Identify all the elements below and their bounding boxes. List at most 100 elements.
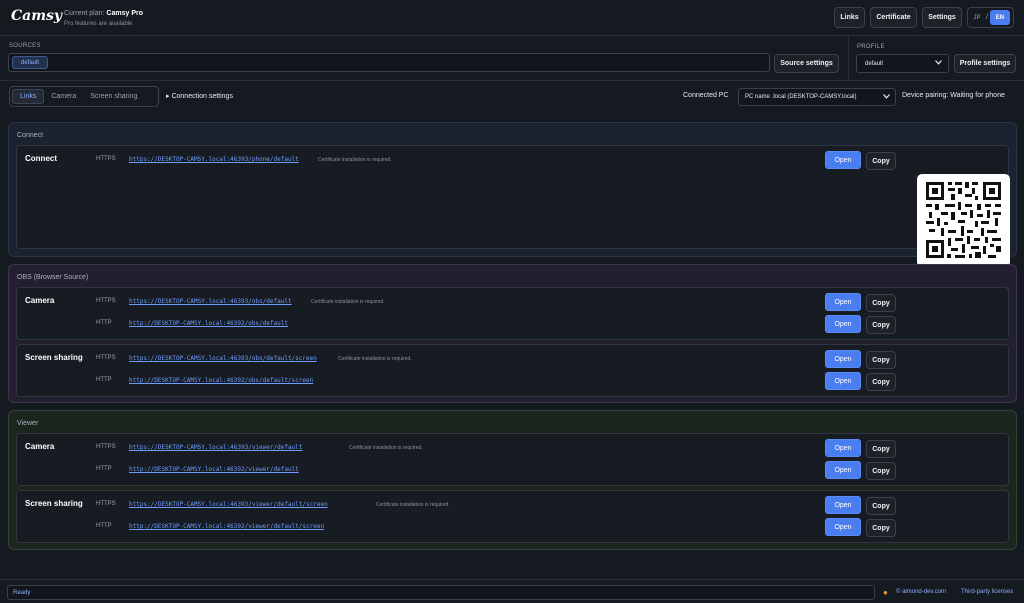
obs-camera-https-link[interactable]: https://DESKTOP-CAMSY.local:46393/obs/de… — [129, 298, 292, 305]
section-title: Connect — [17, 132, 44, 139]
open-button[interactable]: Open — [825, 372, 861, 390]
connection-settings-label: Connection settings — [171, 93, 233, 100]
certificate-note: Certificate installation is required. — [311, 299, 385, 305]
https-label: HTTPS — [96, 444, 116, 450]
obs-section: OBS (Browser Source) Camera HTTPS https:… — [8, 264, 1017, 403]
language-toggle: JP / EN — [967, 7, 1014, 28]
https-label: HTTPS — [96, 156, 116, 162]
sources-divider — [848, 37, 849, 81]
copy-button[interactable]: Copy — [866, 316, 896, 334]
http-label: HTTP — [96, 320, 112, 326]
viewer-screen-https-link[interactable]: https://DESKTOP-CAMSY.local:46393/viewer… — [129, 501, 328, 508]
card-title: Camera — [25, 296, 55, 305]
connect-section: Connect Connect HTTPS https://DESKTOP-CA… — [8, 122, 1017, 267]
source-settings-button[interactable]: Source settings — [774, 54, 839, 73]
http-label: HTTP — [96, 377, 112, 383]
certificate-note: Certificate installation is required. — [318, 157, 392, 163]
card-title: Camera — [25, 442, 55, 451]
https-label: HTTPS — [96, 501, 116, 507]
open-button[interactable]: Open — [825, 151, 861, 169]
connect-card: Connect HTTPS https://DESKTOP-CAMSY.loca… — [16, 145, 1010, 267]
sources-label: SOURCES — [9, 43, 41, 49]
status-footer: Ready ● © almond-dev.com Third-party lic… — [0, 579, 1024, 603]
view-tabs: Links Camera Screen sharing — [9, 86, 159, 107]
palette-icon[interactable]: ● — [883, 588, 888, 597]
settings-button[interactable]: Settings — [922, 7, 962, 28]
viewer-camera-card: Camera HTTPS https://DESKTOP-CAMSY.local… — [16, 433, 1009, 486]
third-party-licenses-link[interactable]: Third-party licenses — [961, 589, 1013, 595]
copy-button[interactable]: Copy — [866, 294, 896, 312]
certificate-button[interactable]: Certificate — [870, 7, 917, 28]
http-label: HTTP — [96, 466, 112, 472]
tab-screen-sharing[interactable]: Screen sharing — [83, 89, 144, 104]
plan-name: Camsy Pro — [106, 10, 143, 17]
status-text: Ready — [13, 589, 31, 596]
app-header: Camsy Current plan: Camsy Pro Pro featur… — [0, 0, 1024, 36]
lang-en-option[interactable]: EN — [989, 10, 1010, 25]
caret-right-icon: ▸ — [166, 93, 170, 100]
chevron-down-icon — [883, 93, 890, 101]
plan-info: Current plan: Camsy Pro Pro features are… — [64, 9, 143, 29]
obs-screen-https-link[interactable]: https://DESKTOP-CAMSY.local:46393/obs/de… — [129, 355, 317, 362]
lang-jp-option[interactable]: JP — [970, 15, 984, 21]
connection-settings-toggle[interactable]: ▸ Connection settings — [166, 92, 233, 100]
sources-bar: SOURCES default Source settings PROFILE … — [0, 37, 1024, 81]
https-label: HTTPS — [96, 298, 116, 304]
connect-https-link[interactable]: https://DESKTOP-CAMSY.local:46393/phone/… — [129, 156, 299, 163]
viewer-camera-https-link[interactable]: https://DESKTOP-CAMSY.local:46393/viewer… — [129, 444, 302, 451]
card-title: Screen sharing — [25, 353, 83, 362]
viewer-camera-http-link[interactable]: http://DESKTOP-CAMSY.local:46392/viewer/… — [129, 466, 299, 473]
copy-button[interactable]: Copy — [866, 152, 896, 170]
open-button[interactable]: Open — [825, 439, 861, 457]
lang-separator: / — [986, 14, 988, 21]
status-bar: Ready — [7, 585, 875, 600]
device-pairing-status: Device pairing: Waiting for phone — [902, 92, 1005, 99]
section-title: Viewer — [17, 420, 39, 427]
copy-button[interactable]: Copy — [866, 497, 896, 515]
profile-select[interactable]: default — [856, 54, 949, 73]
open-button[interactable]: Open — [825, 518, 861, 536]
profile-label: PROFILE — [857, 44, 885, 50]
obs-camera-card: Camera HTTPS https://DESKTOP-CAMSY.local… — [16, 287, 1009, 340]
open-button[interactable]: Open — [825, 496, 861, 514]
certificate-note: Certificate installation is required. — [338, 356, 412, 362]
obs-camera-http-link[interactable]: http://DESKTOP-CAMSY.local:46392/obs/def… — [129, 320, 288, 327]
copy-button[interactable]: Copy — [866, 519, 896, 537]
profile-selected-value: default — [865, 60, 884, 67]
certificate-note: Certificate installation is required. — [376, 502, 450, 508]
obs-screen-card: Screen sharing HTTPS https://DESKTOP-CAM… — [16, 344, 1009, 397]
copy-button[interactable]: Copy — [866, 373, 896, 391]
card-title: Screen sharing — [25, 499, 83, 508]
plan-note: Pro features are available — [64, 21, 133, 27]
plan-label: Current plan: — [64, 10, 105, 17]
tab-links[interactable]: Links — [12, 89, 45, 104]
connected-pc-value: PC name .local (DESKTOP-CAMSY.local) — [745, 94, 857, 100]
section-title: OBS (Browser Source) — [17, 274, 89, 281]
copy-button[interactable]: Copy — [866, 440, 896, 458]
links-button[interactable]: Links — [834, 7, 865, 28]
copyright-link[interactable]: © almond-dev.com — [896, 589, 946, 595]
sources-list[interactable]: default — [8, 53, 770, 72]
qr-code — [917, 174, 1010, 267]
app-logo: Camsy — [11, 8, 63, 24]
card-title: Connect — [25, 154, 57, 163]
qr-code-graphic — [926, 182, 1001, 258]
connected-pc-label: Connected PC — [683, 92, 729, 99]
viewer-screen-card: Screen sharing HTTPS https://DESKTOP-CAM… — [16, 490, 1009, 543]
http-label: HTTP — [96, 523, 112, 529]
profile-settings-button[interactable]: Profile settings — [954, 54, 1016, 73]
open-button[interactable]: Open — [825, 350, 861, 368]
obs-screen-http-link[interactable]: http://DESKTOP-CAMSY.local:46392/obs/def… — [129, 377, 313, 384]
source-chip-default[interactable]: default — [12, 56, 48, 69]
connected-pc-select[interactable]: PC name .local (DESKTOP-CAMSY.local) — [738, 88, 896, 106]
tab-camera[interactable]: Camera — [44, 89, 83, 104]
copy-button[interactable]: Copy — [866, 351, 896, 369]
open-button[interactable]: Open — [825, 315, 861, 333]
open-button[interactable]: Open — [825, 461, 861, 479]
viewer-section: Viewer Camera HTTPS https://DESKTOP-CAMS… — [8, 410, 1017, 550]
https-label: HTTPS — [96, 355, 116, 361]
copy-button[interactable]: Copy — [866, 462, 896, 480]
open-button[interactable]: Open — [825, 293, 861, 311]
viewer-screen-http-link[interactable]: http://DESKTOP-CAMSY.local:46392/viewer/… — [129, 523, 324, 530]
certificate-note: Certificate installation is required. — [349, 445, 423, 451]
